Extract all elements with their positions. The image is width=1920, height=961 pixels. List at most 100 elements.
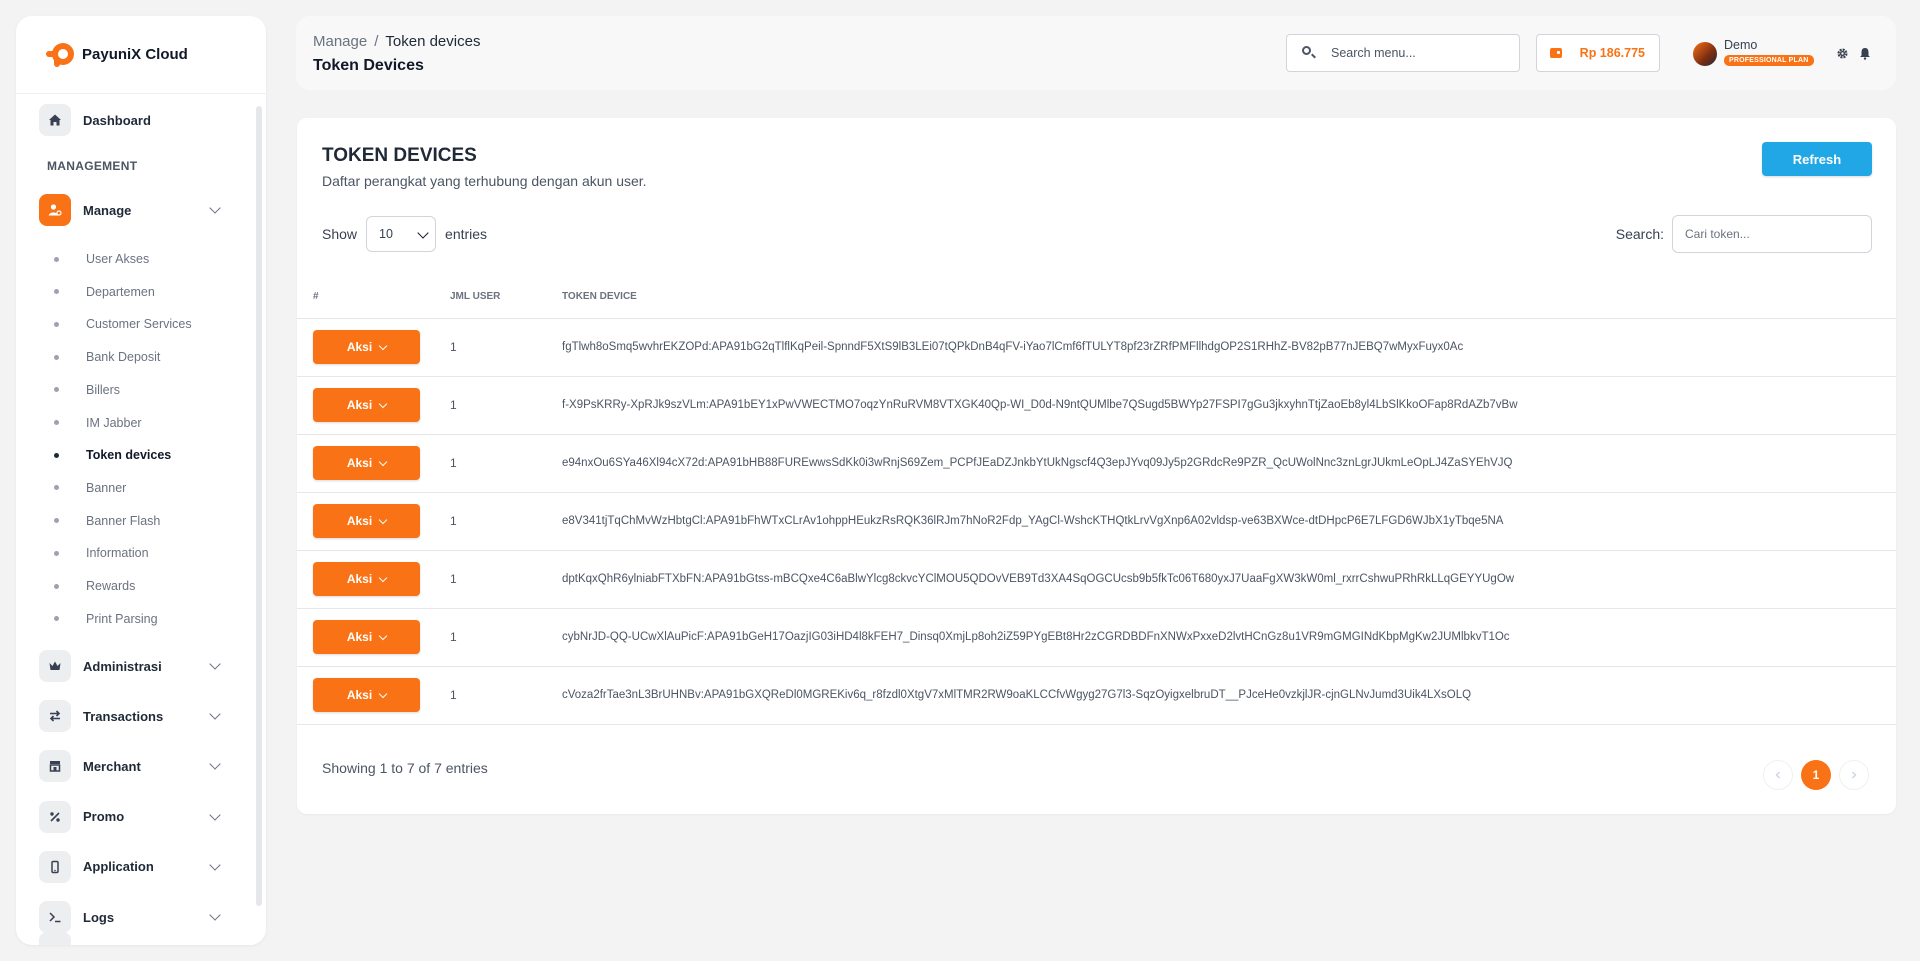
chevron-down-icon	[209, 202, 221, 214]
sidebar-subitem-label: Departemen	[86, 284, 155, 299]
token-table: # JML USER TOKEN DEVICE Aksi 1 fgTlwh8oSmq…	[297, 276, 1896, 725]
sidebar-subitem-5[interactable]: IM Jabber	[54, 413, 142, 433]
bullet-icon	[54, 387, 59, 393]
sidebar-item-dashboard[interactable]: Dashboard	[39, 104, 229, 136]
bullet-icon	[54, 452, 59, 458]
sidebar-subitem-0[interactable]: User Akses	[54, 249, 149, 269]
aksi-label: Aksi	[346, 340, 373, 354]
brand[interactable]: PayuniX Cloud	[16, 16, 266, 94]
token-search-input[interactable]	[1672, 215, 1872, 253]
page-length-value: 10	[379, 227, 393, 241]
cell-token-device: fgTlwh8oSmq5wvhrEKZOPd:APA91bG2qTlflKqPe…	[562, 318, 1896, 377]
sidebar-subitem-6[interactable]: Token devices	[54, 445, 171, 465]
sidebar-subitem-4[interactable]: Billers	[54, 380, 120, 400]
chevron-down-icon	[209, 808, 221, 821]
chevron-down-icon	[378, 399, 388, 408]
breadcrumb: Manage / Token devices	[313, 33, 480, 50]
cell-action: Aksi	[297, 666, 450, 725]
aksi-label: Aksi	[346, 456, 373, 470]
aksi-dropdown-button[interactable]: Aksi	[313, 620, 420, 654]
cell-token-device: e8V341tjTqChMvWzHbtgCl:APA91bFhWTxCLrAv1…	[562, 492, 1896, 551]
sidebar-scrollbar[interactable]	[256, 106, 262, 906]
sidebar-subitem-10[interactable]: Rewards	[54, 576, 135, 596]
aksi-label: Aksi	[346, 398, 373, 412]
page-title: Token Devices	[313, 57, 424, 74]
cell-jml-user: 1	[450, 376, 562, 435]
cell-action: Aksi	[297, 434, 450, 493]
sidebar-subitem-3[interactable]: Bank Deposit	[54, 347, 160, 367]
sidebar-group-2[interactable]: Merchant	[39, 750, 229, 783]
aksi-dropdown-button[interactable]: Aksi	[313, 678, 420, 712]
cell-token-device: cVoza2frTae3nL3BrUHNBv:APA91bGXQReDl0MGR…	[562, 666, 1896, 725]
sidebar-item-manage[interactable]: Manage	[39, 194, 229, 226]
table-info: Showing 1 to 7 of 7 entries	[322, 760, 488, 776]
next-page-button[interactable]	[1839, 760, 1869, 790]
sidebar-subitem-8[interactable]: Banner Flash	[54, 511, 160, 531]
gear-icon[interactable]	[1834, 45, 1850, 61]
refresh-button[interactable]: Refresh	[1762, 142, 1872, 176]
chevron-down-icon	[378, 341, 388, 350]
sidebar-subitem-label: Banner	[86, 480, 127, 495]
table-search: Search:	[1616, 215, 1872, 253]
terminal-icon	[39, 901, 71, 933]
sidebar-subitem-11[interactable]: Print Parsing	[54, 609, 158, 629]
table-row: Aksi 1 fgTlwh8oSmq5wvhrEKZOPd:APA91bG2qTlf…	[297, 318, 1896, 377]
sidebar-group-5[interactable]: Logs	[39, 901, 229, 933]
sidebar-subitem-label: Bank Deposit	[86, 350, 161, 365]
aksi-dropdown-button[interactable]: Aksi	[313, 446, 420, 480]
sidebar-item-label: Merchant	[83, 758, 141, 774]
aksi-dropdown-button[interactable]: Aksi	[313, 330, 420, 364]
store-icon	[39, 750, 71, 783]
column-header-token-device[interactable]: TOKEN DEVICE	[562, 276, 1896, 319]
balance-button[interactable]: Rp 186.775	[1536, 34, 1660, 72]
bullet-icon	[54, 420, 59, 425]
sidebar-subitem-9[interactable]: Information	[54, 543, 149, 563]
chevron-down-icon	[378, 457, 388, 466]
cell-jml-user: 1	[450, 492, 562, 551]
cell-action: Aksi	[297, 608, 450, 667]
column-header-jml-user[interactable]: JML USER	[450, 276, 562, 319]
aksi-dropdown-button[interactable]: Aksi	[313, 562, 420, 596]
sidebar-subitem-2[interactable]: Customer Services	[54, 314, 192, 334]
sidebar-subitem-7[interactable]: Banner	[54, 478, 126, 498]
column-header-index[interactable]: #	[297, 276, 450, 319]
table-row: Aksi 1 cybNrJD-QQ-UCwXlAuPicF:APA91bGeH17O…	[297, 608, 1896, 667]
chevron-right-icon	[1852, 771, 1857, 779]
aksi-label: Aksi	[346, 630, 373, 644]
breadcrumb-root[interactable]: Manage	[313, 33, 367, 50]
sidebar-item-partial[interactable]	[39, 932, 229, 945]
page-length-select[interactable]: 10	[366, 216, 437, 252]
sidebar-group-0[interactable]: Administrasi	[39, 650, 229, 682]
sidebar-group-4[interactable]: Application	[39, 850, 229, 883]
sidebar-item-label: Transactions	[83, 708, 164, 724]
menu-search[interactable]	[1286, 34, 1520, 72]
sidebar-subitem-label: IM Jabber	[86, 415, 142, 430]
sidebar-item-label: Administrasi	[83, 658, 162, 674]
search-label: Search:	[1615, 226, 1664, 242]
sidebar-group-3[interactable]: Promo	[39, 800, 229, 833]
page-button-1[interactable]: 1	[1801, 760, 1831, 790]
section-title-management: MANAGEMENT	[47, 159, 138, 173]
aksi-dropdown-button[interactable]: Aksi	[313, 388, 420, 422]
sidebar-subitem-label: User Akses	[86, 252, 150, 266]
sidebar-group-1[interactable]: Transactions	[39, 700, 229, 733]
prev-page-button[interactable]	[1763, 760, 1793, 790]
sidebar: PayuniX Cloud Dashboard MANAGEMENT Manag…	[16, 16, 266, 945]
bell-icon[interactable]	[1857, 45, 1873, 61]
bullet-icon	[54, 616, 59, 622]
bullet-icon	[54, 354, 59, 360]
user-name[interactable]: Demo	[1724, 38, 1757, 52]
pagination: 1	[1763, 760, 1869, 790]
sidebar-subitem-label: Billers	[86, 382, 121, 397]
avatar[interactable]	[1693, 42, 1717, 66]
menu-search-input[interactable]	[1331, 46, 1511, 60]
bullet-icon	[54, 583, 59, 589]
mobile-icon	[39, 850, 71, 883]
cell-jml-user: 1	[450, 434, 562, 493]
aksi-dropdown-button[interactable]: Aksi	[313, 504, 420, 538]
breadcrumb-separator: /	[374, 33, 379, 50]
cell-jml-user: 1	[450, 550, 562, 609]
sidebar-subitem-1[interactable]: Departemen	[54, 282, 155, 302]
chevron-down-icon	[378, 631, 388, 640]
table-row: Aksi 1 cVoza2frTae3nL3BrUHNBv:APA91bGXQReD…	[297, 666, 1896, 725]
